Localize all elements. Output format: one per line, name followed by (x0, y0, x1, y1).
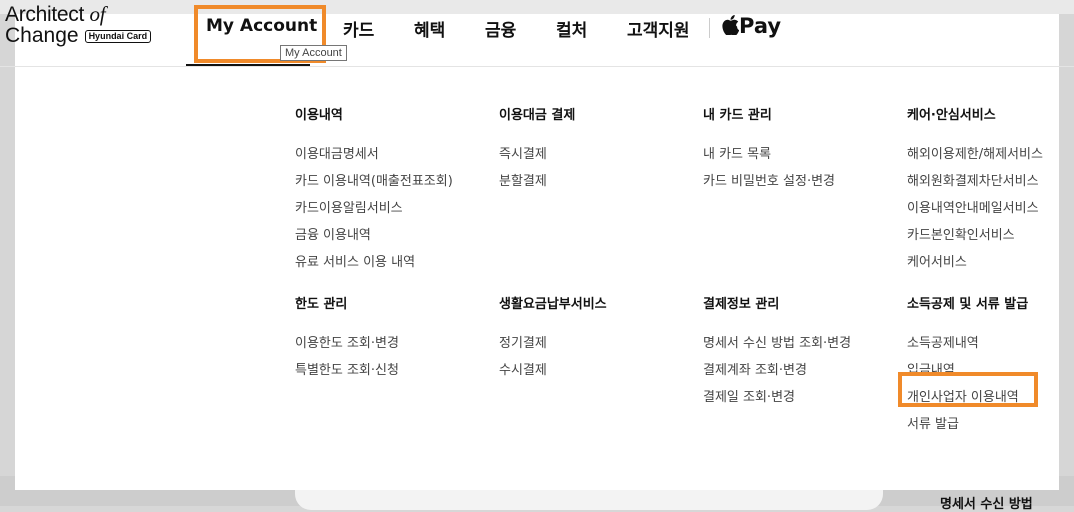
menu-link[interactable]: 카드 비밀번호 설정·변경 (703, 168, 835, 195)
menu-link[interactable]: 수시결제 (499, 357, 607, 384)
menu-link[interactable]: 정기결제 (499, 330, 607, 357)
menu-section-payment-info: 결제정보 관리 명세서 수신 방법 조회·변경 결제계좌 조회·변경 결제일 조… (703, 293, 851, 411)
menu-link[interactable]: 유료 서비스 이용 내역 (295, 249, 453, 276)
nav-culture[interactable]: 컬처 (556, 16, 587, 41)
active-tab-indicator (186, 64, 310, 66)
apple-pay-label: Pay (739, 14, 782, 38)
menu-link[interactable]: 즉시결제 (499, 141, 575, 168)
tooltip: My Account (280, 45, 347, 61)
menu-section-payment: 이용대금 결제 즉시결제 분할결제 (499, 104, 575, 195)
menu-section-tax-documents: 소득공제 및 서류 발급 소득공제내역 입금내역 개인사업자 이용내역 서류 발… (907, 293, 1028, 438)
highlight-box-item (898, 372, 1038, 407)
menu-heading: 케어·안심서비스 (907, 108, 996, 123)
nav-card[interactable]: 카드 (343, 16, 374, 41)
menu-heading: 소득공제 및 서류 발급 (907, 297, 1029, 312)
logo-line1: Architect of (5, 2, 151, 26)
nav-benefits[interactable]: 혜택 (414, 16, 445, 41)
menu-link[interactable]: 소득공제내역 (907, 330, 1028, 357)
menu-link[interactable]: 이용한도 조회·변경 (295, 330, 399, 357)
logo[interactable]: Architect of Change Hyundai Card (5, 2, 152, 47)
menu-link[interactable]: 금융 이용내역 (295, 222, 453, 249)
logo-badge: Hyundai Card (84, 29, 152, 43)
background-side-text: 명세서 수신 방법 (940, 497, 1033, 512)
header: Architect of Change Hyundai Card My Acco… (0, 0, 1074, 67)
menu-section-limit: 한도 관리 이용한도 조회·변경 특별한도 조회·신청 (295, 293, 399, 384)
menu-heading: 이용대금 결제 (499, 108, 576, 123)
logo-line2: Change Hyundai Card (5, 24, 152, 47)
menu-link[interactable]: 특별한도 조회·신청 (295, 357, 399, 384)
menu-section-utility-payment: 생활요금납부서비스 정기결제 수시결제 (499, 293, 607, 384)
menu-link[interactable]: 카드본인확인서비스 (907, 222, 1043, 249)
menu-link[interactable]: 이용내역안내메일서비스 (907, 195, 1043, 222)
menu-link[interactable]: 명세서 수신 방법 조회·변경 (703, 330, 851, 357)
menu-heading: 내 카드 관리 (703, 108, 772, 123)
nav-finance[interactable]: 금융 (485, 16, 516, 41)
menu-section-my-card: 내 카드 관리 내 카드 목록 카드 비밀번호 설정·변경 (703, 104, 835, 195)
menu-link[interactable]: 분할결제 (499, 168, 575, 195)
menu-section-usage-history: 이용내역 이용대금명세서 카드 이용내역(매출전표조회) 카드이용알림서비스 금… (295, 104, 453, 276)
menu-link[interactable]: 카드 이용내역(매출전표조회) (295, 168, 453, 195)
logo-word-architect: Architect (5, 3, 90, 26)
menu-heading: 이용내역 (295, 108, 343, 123)
menu-heading: 한도 관리 (295, 297, 348, 312)
nav-divider (709, 18, 710, 38)
logo-word-change: Change (5, 24, 79, 47)
nav-customer-support[interactable]: 고객지원 (627, 16, 690, 41)
menu-link[interactable]: 케어서비스 (907, 249, 1043, 276)
menu-link[interactable]: 서류 발급 (907, 411, 1028, 438)
background-right (1059, 14, 1074, 490)
menu-heading: 생활요금납부서비스 (499, 297, 607, 312)
menu-link[interactable]: 결제일 조회·변경 (703, 384, 851, 411)
nav-apple-pay[interactable]: Pay (722, 14, 781, 38)
menu-link[interactable]: 해외원화결제차단서비스 (907, 168, 1043, 195)
menu-link[interactable]: 카드이용알림서비스 (295, 195, 453, 222)
menu-link[interactable]: 해외이용제한/해제서비스 (907, 141, 1043, 168)
menu-link[interactable]: 내 카드 목록 (703, 141, 835, 168)
apple-logo-icon (722, 15, 740, 36)
logo-word-of: of (89, 2, 106, 26)
menu-section-care: 케어·안심서비스 해외이용제한/해제서비스 해외원화결제차단서비스 이용내역안내… (907, 104, 1043, 276)
menu-link[interactable]: 결제계좌 조회·변경 (703, 357, 851, 384)
menu-heading: 결제정보 관리 (703, 297, 780, 312)
mega-menu-panel (15, 14, 1059, 490)
menu-link[interactable]: 이용대금명세서 (295, 141, 453, 168)
background-left (0, 14, 15, 490)
